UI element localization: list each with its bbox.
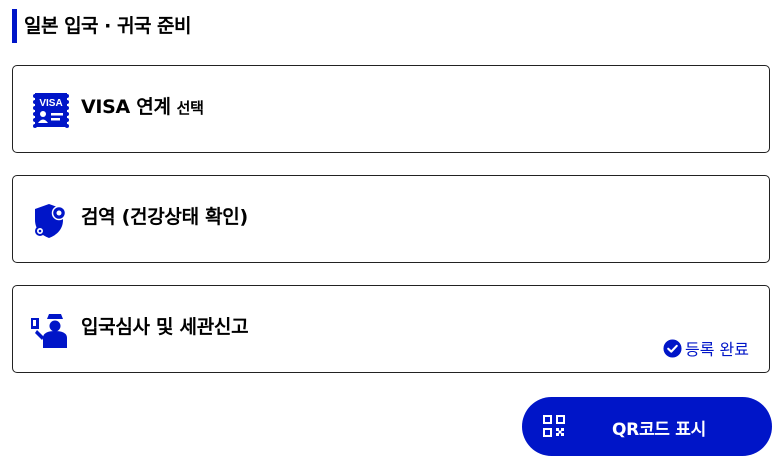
immigration-card-label: 입국심사 및 세관신고 [81, 316, 249, 338]
status-text: 등록 완료 [685, 340, 749, 359]
qr-code-icon [543, 415, 565, 437]
show-qr-code-button[interactable]: QR코드 표시 [522, 397, 772, 456]
visa-link-card[interactable]: VISA VISA 연계 선택 [12, 65, 770, 153]
registration-status: 등록 완료 [663, 336, 749, 360]
optional-tag: 선택 [176, 99, 204, 117]
section-title: 일본 입국 · 귀국 준비 [12, 9, 192, 43]
quarantine-card-label: 검역 (건강상태 확인) [81, 206, 248, 228]
visa-card-label: VISA 연계 선택 [81, 96, 204, 118]
immigration-officer-icon [31, 310, 71, 350]
visa-badge-icon: VISA [31, 90, 71, 130]
health-shield-gear-icon [31, 200, 71, 240]
svg-text:VISA: VISA [39, 98, 62, 109]
qr-button-label: QR코드 표시 [612, 420, 706, 440]
immigration-customs-card[interactable]: 입국심사 및 세관신고 등록 완료 [12, 285, 770, 373]
quarantine-card[interactable]: 검역 (건강상태 확인) [12, 175, 770, 263]
check-circle-icon [663, 338, 682, 358]
